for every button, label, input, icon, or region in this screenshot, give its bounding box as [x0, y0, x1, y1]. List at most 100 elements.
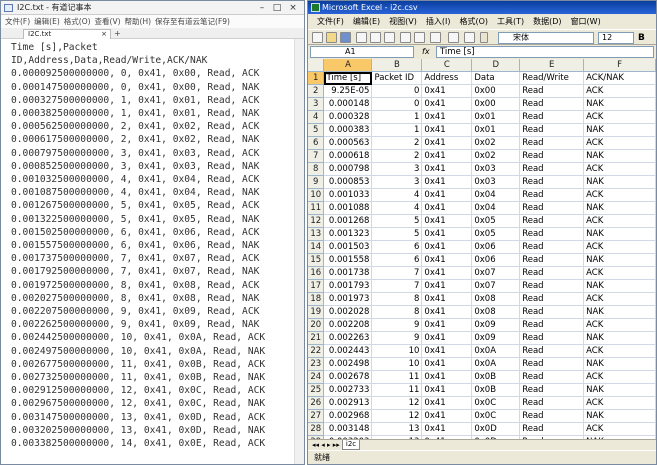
- xl-menu-data[interactable]: 数据(D): [533, 14, 561, 29]
- cell[interactable]: 0x41: [421, 240, 473, 255]
- cell[interactable]: 9: [371, 318, 423, 333]
- tab-close-icon[interactable]: ×: [101, 30, 107, 39]
- row-header[interactable]: 21: [308, 331, 325, 346]
- cell[interactable]: ACK: [583, 162, 656, 177]
- row-header[interactable]: 26: [308, 396, 325, 411]
- np-menu-view[interactable]: 查看(V): [95, 15, 121, 28]
- cell[interactable]: Read: [519, 201, 585, 216]
- np-menu-format[interactable]: 格式(O): [64, 15, 91, 28]
- select-all-corner[interactable]: [308, 59, 325, 73]
- cell[interactable]: 9.25E-05: [323, 84, 373, 99]
- cell[interactable]: 0.001323: [323, 227, 373, 242]
- np-menu-file[interactable]: 文件(F): [5, 15, 30, 28]
- cell[interactable]: 0x41: [421, 214, 473, 229]
- row-header[interactable]: 5: [308, 123, 325, 138]
- cell[interactable]: 0.002263: [323, 331, 373, 346]
- formula-input[interactable]: Time [s]: [436, 46, 654, 58]
- cell[interactable]: NAK: [583, 383, 656, 398]
- cell[interactable]: Address: [421, 71, 473, 86]
- row-header[interactable]: 1: [308, 71, 325, 86]
- cell[interactable]: 0x02: [471, 149, 521, 164]
- cell[interactable]: 0x41: [421, 136, 473, 151]
- cell[interactable]: Read: [519, 240, 585, 255]
- xl-menu-window[interactable]: 窗口(W): [571, 14, 601, 29]
- row-header[interactable]: 4: [308, 110, 325, 125]
- cell[interactable]: 0x41: [421, 383, 473, 398]
- cell[interactable]: 0x41: [421, 396, 473, 411]
- cell[interactable]: 0x41: [421, 227, 473, 242]
- row-header[interactable]: 19: [308, 305, 325, 320]
- spelling-icon[interactable]: [400, 32, 411, 43]
- cell[interactable]: NAK: [583, 149, 656, 164]
- cell[interactable]: 0x0B: [471, 383, 521, 398]
- new-tab-icon[interactable]: +: [114, 29, 121, 38]
- cell[interactable]: 1: [371, 110, 423, 125]
- cell[interactable]: 8: [371, 292, 423, 307]
- cell[interactable]: Time [s]: [323, 71, 373, 86]
- cell[interactable]: 0x0C: [471, 409, 521, 424]
- cell[interactable]: 0.002443: [323, 344, 373, 359]
- cell[interactable]: Read: [519, 357, 585, 372]
- cell[interactable]: 4: [371, 201, 423, 216]
- cell[interactable]: 13: [371, 422, 423, 437]
- cell[interactable]: ACK: [583, 292, 656, 307]
- cell[interactable]: NAK: [583, 279, 656, 294]
- cell[interactable]: 0x41: [421, 188, 473, 203]
- cell[interactable]: 4: [371, 188, 423, 203]
- cell[interactable]: 0: [371, 97, 423, 112]
- sheet-nav-arrows-icon[interactable]: ◂◂ ◂ ▸ ▸▸: [312, 440, 340, 450]
- cell[interactable]: 0.000383: [323, 123, 373, 138]
- cell[interactable]: Read: [519, 266, 585, 281]
- cell[interactable]: 0x07: [471, 266, 521, 281]
- row-header[interactable]: 15: [308, 253, 325, 268]
- cell[interactable]: Data: [471, 71, 521, 86]
- cell[interactable]: 0.001558: [323, 253, 373, 268]
- row-header[interactable]: 9: [308, 175, 325, 190]
- xl-menu-insert[interactable]: 插入(I): [426, 14, 451, 29]
- np-menu-help[interactable]: 帮助(H): [125, 15, 152, 28]
- cell[interactable]: 0.000798: [323, 162, 373, 177]
- cell[interactable]: 0.001503: [323, 240, 373, 255]
- cell[interactable]: NAK: [583, 227, 656, 242]
- cell[interactable]: NAK: [583, 331, 656, 346]
- cell[interactable]: 0x00: [471, 97, 521, 112]
- cell[interactable]: 10: [371, 344, 423, 359]
- cell[interactable]: 12: [371, 409, 423, 424]
- cell[interactable]: 0x07: [471, 279, 521, 294]
- print-icon[interactable]: [370, 32, 381, 43]
- cell[interactable]: 0x41: [421, 110, 473, 125]
- cell[interactable]: 6: [371, 240, 423, 255]
- cell[interactable]: Read: [519, 305, 585, 320]
- row-header[interactable]: 14: [308, 240, 325, 255]
- toolbar-options-icon[interactable]: [480, 32, 488, 43]
- cell[interactable]: 0.001268: [323, 214, 373, 229]
- column-header-c[interactable]: C: [421, 59, 473, 73]
- cell[interactable]: Read: [519, 422, 585, 437]
- cell[interactable]: 0x41: [421, 331, 473, 346]
- row-header[interactable]: 13: [308, 227, 325, 242]
- column-header-b[interactable]: B: [371, 59, 423, 73]
- cell[interactable]: 0.003148: [323, 422, 373, 437]
- cell[interactable]: 0x0A: [471, 344, 521, 359]
- xl-menu-tools[interactable]: 工具(T): [497, 14, 524, 29]
- font-name-select[interactable]: 宋体: [498, 32, 594, 44]
- cell[interactable]: 0x05: [471, 214, 521, 229]
- column-header-a[interactable]: A: [323, 59, 373, 73]
- cell[interactable]: NAK: [583, 409, 656, 424]
- cell[interactable]: Read: [519, 370, 585, 385]
- cell[interactable]: 0x41: [421, 253, 473, 268]
- np-menu-save-cloud[interactable]: 保存至有道云笔记(F9): [155, 15, 230, 28]
- cell[interactable]: NAK: [583, 201, 656, 216]
- cell[interactable]: 0.000328: [323, 110, 373, 125]
- xl-menu-edit[interactable]: 编辑(E): [353, 14, 380, 29]
- row-header[interactable]: 28: [308, 422, 325, 437]
- cell[interactable]: 0x08: [471, 305, 521, 320]
- row-header[interactable]: 27: [308, 409, 325, 424]
- cell[interactable]: Packet ID: [371, 71, 423, 86]
- cell[interactable]: 0x41: [421, 292, 473, 307]
- cell[interactable]: 2: [371, 136, 423, 151]
- row-header[interactable]: 3: [308, 97, 325, 112]
- cell[interactable]: 0x02: [471, 136, 521, 151]
- cell[interactable]: Read: [519, 227, 585, 242]
- cell[interactable]: Read: [519, 175, 585, 190]
